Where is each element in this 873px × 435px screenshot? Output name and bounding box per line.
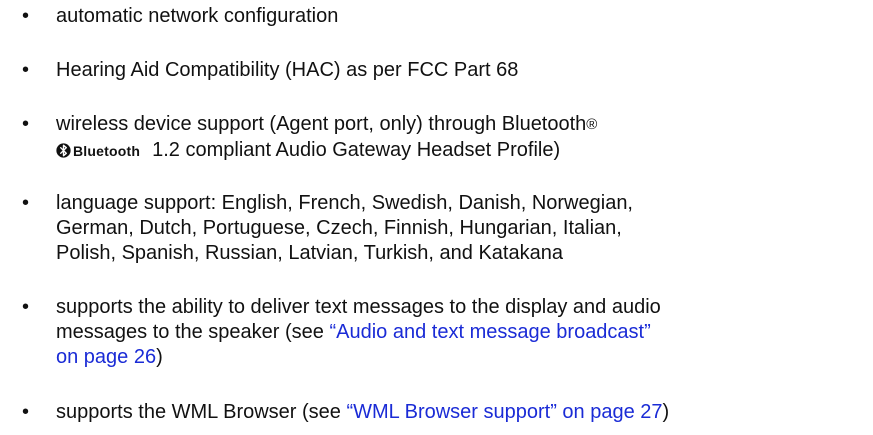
list-item-text-line: supports the ability to deliver text mes… (56, 296, 661, 318)
list-item-text-continued: Bluetooth 1.2 compliant Audio Gateway He… (56, 136, 856, 165)
bluetooth-rune-icon (56, 143, 71, 158)
list-item-text-line: messages to the speaker (see “Audio and … (56, 318, 856, 346)
wml-browser-support-link[interactable]: “WML Browser support” on page 27 (346, 401, 662, 423)
list-item-text: wireless device support (Agent port, onl… (56, 110, 856, 139)
list-item-text-line: wireless device support (Agent port, onl… (56, 113, 587, 135)
list-item-text-line: Polish, Spanish, Russian, Latvian, Turki… (56, 242, 563, 264)
list-item-text: Hearing Aid Compatibility (HAC) as per F… (56, 59, 519, 81)
registered-mark: ® (586, 116, 598, 133)
list-item-text: messages to the speaker (see (56, 321, 330, 343)
bullet-icon: • (22, 59, 30, 81)
bluetooth-logo-word: Bluetooth (73, 142, 141, 159)
list-item-text: ) (662, 401, 670, 423)
list-item-text-line: 1.2 compliant Audio Gateway Headset Prof… (152, 139, 561, 161)
list-item-text: supports the WML Browser (see (56, 401, 347, 423)
list-item-text-line: supports the WML Browser (see “WML Brows… (56, 398, 856, 426)
bullet-icon: • (22, 5, 30, 27)
list-item-text: automatic network configuration (56, 5, 339, 27)
bullet-icon: • (22, 192, 30, 214)
bluetooth-logo-icon: Bluetooth (56, 137, 140, 165)
bullet-icon: • (22, 401, 30, 423)
list-item-text: ) (156, 346, 163, 368)
list-item-text-line: German, Dutch, Portuguese, Czech, Finnis… (56, 217, 622, 239)
bullet-icon: • (22, 296, 30, 318)
audio-text-broadcast-link[interactable]: “Audio and text message broadcast” (329, 321, 650, 343)
audio-text-broadcast-page-link[interactable]: on page 26 (56, 346, 156, 368)
list-item-text-line: language support: English, French, Swedi… (56, 192, 633, 214)
list-item-text-line: on page 26) (56, 343, 856, 371)
bullet-icon: • (22, 113, 30, 135)
